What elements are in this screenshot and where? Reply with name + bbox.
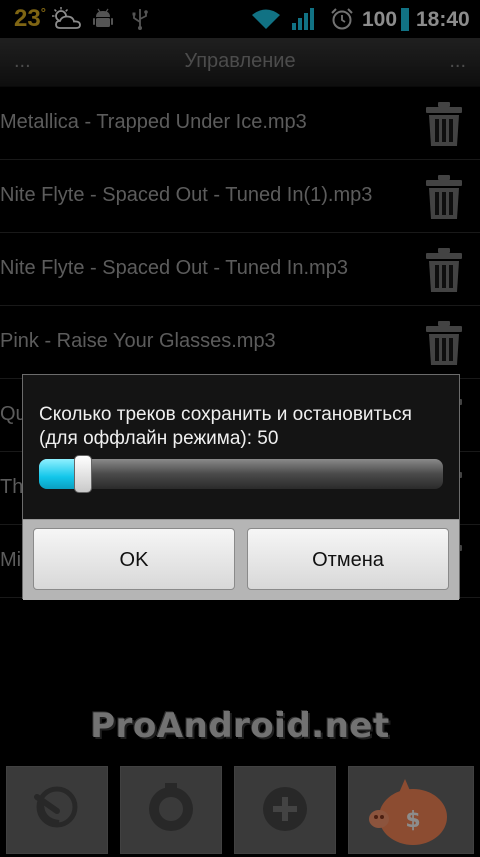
dialog-message: Сколько треков сохранить и остановиться …: [39, 404, 412, 449]
cancel-button[interactable]: Отмена: [247, 528, 449, 590]
dialog-button-bar: OK Отмена: [23, 519, 459, 600]
ok-button[interactable]: OK: [33, 528, 235, 590]
track-count-slider[interactable]: [39, 455, 443, 493]
slider-thumb[interactable]: [74, 455, 92, 493]
track-limit-dialog: Сколько треков сохранить и остановиться …: [22, 374, 460, 600]
